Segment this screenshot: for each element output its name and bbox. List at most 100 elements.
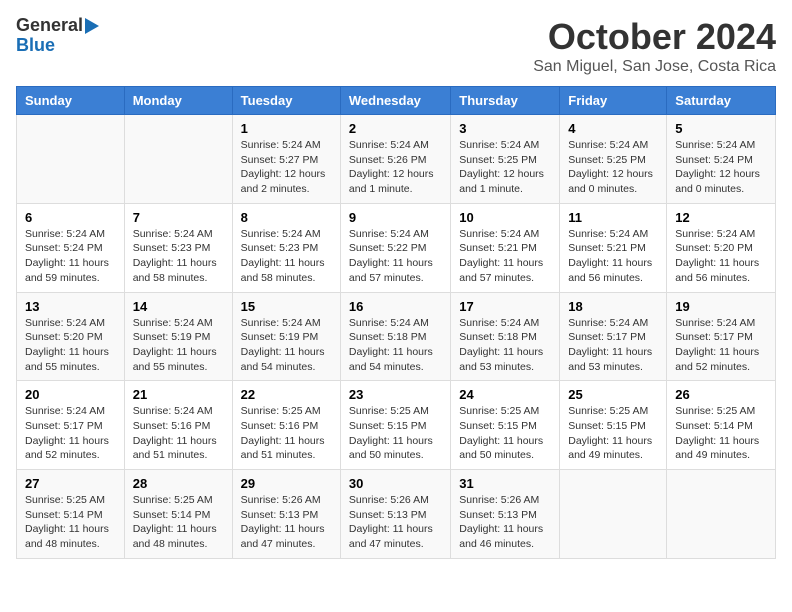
day-info: Sunrise: 5:24 AMSunset: 5:23 PMDaylight:… <box>241 227 332 286</box>
day-number: 10 <box>459 210 551 225</box>
day-number: 4 <box>568 121 658 136</box>
day-number: 28 <box>133 476 224 491</box>
day-number: 12 <box>675 210 767 225</box>
day-info: Sunrise: 5:24 AMSunset: 5:19 PMDaylight:… <box>241 316 332 375</box>
day-number: 21 <box>133 387 224 402</box>
day-number: 9 <box>349 210 442 225</box>
day-number: 3 <box>459 121 551 136</box>
calendar-cell: 27 Sunrise: 5:25 AMSunset: 5:14 PMDayligh… <box>17 470 125 559</box>
header-monday: Monday <box>124 87 232 115</box>
calendar-cell: 16 Sunrise: 5:24 AMSunset: 5:18 PMDayligh… <box>340 292 450 381</box>
calendar-cell: 20Sunrise: 5:24 AMSunset: 5:17 PMDayligh… <box>17 381 125 470</box>
day-info: Sunrise: 5:25 AMSunset: 5:14 PMDaylight:… <box>675 404 767 463</box>
calendar-cell: 12 Sunrise: 5:24 AMSunset: 5:20 PMDayligh… <box>667 203 776 292</box>
calendar-cell: 19Sunrise: 5:24 AMSunset: 5:17 PMDayligh… <box>667 292 776 381</box>
calendar-cell: 9 Sunrise: 5:24 AMSunset: 5:22 PMDaylight… <box>340 203 450 292</box>
day-number: 6 <box>25 210 116 225</box>
page-header: General Blue October 2024 San Miguel, Sa… <box>16 16 776 76</box>
day-info: Sunrise: 5:24 AMSunset: 5:21 PMDaylight:… <box>459 227 551 286</box>
day-info: Sunrise: 5:25 AMSunset: 5:15 PMDaylight:… <box>568 404 658 463</box>
day-number: 13 <box>25 299 116 314</box>
month-title: October 2024 <box>533 16 776 58</box>
day-number: 5 <box>675 121 767 136</box>
calendar-cell: 14 Sunrise: 5:24 AMSunset: 5:19 PMDayligh… <box>124 292 232 381</box>
calendar-week-row: 6Sunrise: 5:24 AMSunset: 5:24 PMDaylight… <box>17 203 776 292</box>
day-number: 31 <box>459 476 551 491</box>
day-number: 19 <box>675 299 767 314</box>
day-info: Sunrise: 5:26 AMSunset: 5:13 PMDaylight:… <box>459 493 551 552</box>
day-info: Sunrise: 5:24 AMSunset: 5:25 PMDaylight:… <box>459 138 551 197</box>
day-number: 17 <box>459 299 551 314</box>
day-number: 25 <box>568 387 658 402</box>
header-saturday: Saturday <box>667 87 776 115</box>
calendar-cell: 11 Sunrise: 5:24 AMSunset: 5:21 PMDayligh… <box>560 203 667 292</box>
calendar-cell: 23 Sunrise: 5:25 AMSunset: 5:15 PMDayligh… <box>340 381 450 470</box>
calendar-cell: 2 Sunrise: 5:24 AMSunset: 5:26 PMDaylight… <box>340 115 450 204</box>
day-info: Sunrise: 5:24 AMSunset: 5:18 PMDaylight:… <box>349 316 442 375</box>
day-info: Sunrise: 5:24 AMSunset: 5:23 PMDaylight:… <box>133 227 224 286</box>
calendar-cell: 1Sunrise: 5:24 AMSunset: 5:27 PMDaylight… <box>232 115 340 204</box>
title-block: October 2024 San Miguel, San Jose, Costa… <box>533 16 776 76</box>
day-info: Sunrise: 5:24 AMSunset: 5:22 PMDaylight:… <box>349 227 442 286</box>
day-info: Sunrise: 5:24 AMSunset: 5:20 PMDaylight:… <box>25 316 116 375</box>
day-info: Sunrise: 5:24 AMSunset: 5:18 PMDaylight:… <box>459 316 551 375</box>
day-info: Sunrise: 5:24 AMSunset: 5:26 PMDaylight:… <box>349 138 442 197</box>
day-info: Sunrise: 5:25 AMSunset: 5:16 PMDaylight:… <box>241 404 332 463</box>
day-number: 2 <box>349 121 442 136</box>
day-info: Sunrise: 5:24 AMSunset: 5:24 PMDaylight:… <box>675 138 767 197</box>
day-number: 23 <box>349 387 442 402</box>
day-number: 15 <box>241 299 332 314</box>
calendar-cell: 8 Sunrise: 5:24 AMSunset: 5:23 PMDaylight… <box>232 203 340 292</box>
day-info: Sunrise: 5:24 AMSunset: 5:16 PMDaylight:… <box>133 404 224 463</box>
day-number: 27 <box>25 476 116 491</box>
calendar-cell: 22Sunrise: 5:25 AMSunset: 5:16 PMDayligh… <box>232 381 340 470</box>
calendar-cell: 25 Sunrise: 5:25 AMSunset: 5:15 PMDayligh… <box>560 381 667 470</box>
calendar-week-row: 27 Sunrise: 5:25 AMSunset: 5:14 PMDayligh… <box>17 470 776 559</box>
calendar-cell: 3 Sunrise: 5:24 AMSunset: 5:25 PMDaylight… <box>451 115 560 204</box>
day-info: Sunrise: 5:24 AMSunset: 5:17 PMDaylight:… <box>568 316 658 375</box>
day-info: Sunrise: 5:24 AMSunset: 5:19 PMDaylight:… <box>133 316 224 375</box>
logo: General Blue <box>16 16 99 56</box>
day-info: Sunrise: 5:25 AMSunset: 5:14 PMDaylight:… <box>25 493 116 552</box>
logo-blue: Blue <box>16 36 55 56</box>
calendar-table: SundayMondayTuesdayWednesdayThursdayFrid… <box>16 86 776 559</box>
calendar-cell: 26 Sunrise: 5:25 AMSunset: 5:14 PMDayligh… <box>667 381 776 470</box>
day-number: 14 <box>133 299 224 314</box>
day-number: 26 <box>675 387 767 402</box>
day-info: Sunrise: 5:26 AMSunset: 5:13 PMDaylight:… <box>241 493 332 552</box>
calendar-cell: 7 Sunrise: 5:24 AMSunset: 5:23 PMDaylight… <box>124 203 232 292</box>
calendar-cell: 31 Sunrise: 5:26 AMSunset: 5:13 PMDayligh… <box>451 470 560 559</box>
calendar-cell: 6Sunrise: 5:24 AMSunset: 5:24 PMDaylight… <box>17 203 125 292</box>
day-info: Sunrise: 5:24 AMSunset: 5:17 PMDaylight:… <box>25 404 116 463</box>
calendar-cell: 29Sunrise: 5:26 AMSunset: 5:13 PMDayligh… <box>232 470 340 559</box>
calendar-cell: 13 Sunrise: 5:24 AMSunset: 5:20 PMDayligh… <box>17 292 125 381</box>
day-number: 8 <box>241 210 332 225</box>
day-info: Sunrise: 5:24 AMSunset: 5:20 PMDaylight:… <box>675 227 767 286</box>
header-thursday: Thursday <box>451 87 560 115</box>
logo-arrow-icon <box>85 18 99 34</box>
calendar-cell: 15 Sunrise: 5:24 AMSunset: 5:19 PMDayligh… <box>232 292 340 381</box>
day-number: 18 <box>568 299 658 314</box>
calendar-header-row: SundayMondayTuesdayWednesdayThursdayFrid… <box>17 87 776 115</box>
header-tuesday: Tuesday <box>232 87 340 115</box>
calendar-cell: 18 Sunrise: 5:24 AMSunset: 5:17 PMDayligh… <box>560 292 667 381</box>
calendar-cell: 5 Sunrise: 5:24 AMSunset: 5:24 PMDaylight… <box>667 115 776 204</box>
day-info: Sunrise: 5:24 AMSunset: 5:25 PMDaylight:… <box>568 138 658 197</box>
calendar-cell: 10 Sunrise: 5:24 AMSunset: 5:21 PMDayligh… <box>451 203 560 292</box>
calendar-cell: 4 Sunrise: 5:24 AMSunset: 5:25 PMDaylight… <box>560 115 667 204</box>
calendar-cell: 21 Sunrise: 5:24 AMSunset: 5:16 PMDayligh… <box>124 381 232 470</box>
day-info: Sunrise: 5:25 AMSunset: 5:15 PMDaylight:… <box>349 404 442 463</box>
day-number: 16 <box>349 299 442 314</box>
calendar-cell: 24Sunrise: 5:25 AMSunset: 5:15 PMDayligh… <box>451 381 560 470</box>
calendar-cell <box>560 470 667 559</box>
day-info: Sunrise: 5:24 AMSunset: 5:21 PMDaylight:… <box>568 227 658 286</box>
calendar-week-row: 20Sunrise: 5:24 AMSunset: 5:17 PMDayligh… <box>17 381 776 470</box>
day-number: 1 <box>241 121 332 136</box>
day-info: Sunrise: 5:26 AMSunset: 5:13 PMDaylight:… <box>349 493 442 552</box>
header-friday: Friday <box>560 87 667 115</box>
day-number: 30 <box>349 476 442 491</box>
calendar-cell: 30 Sunrise: 5:26 AMSunset: 5:13 PMDayligh… <box>340 470 450 559</box>
day-number: 7 <box>133 210 224 225</box>
day-number: 11 <box>568 210 658 225</box>
calendar-cell: 17 Sunrise: 5:24 AMSunset: 5:18 PMDayligh… <box>451 292 560 381</box>
